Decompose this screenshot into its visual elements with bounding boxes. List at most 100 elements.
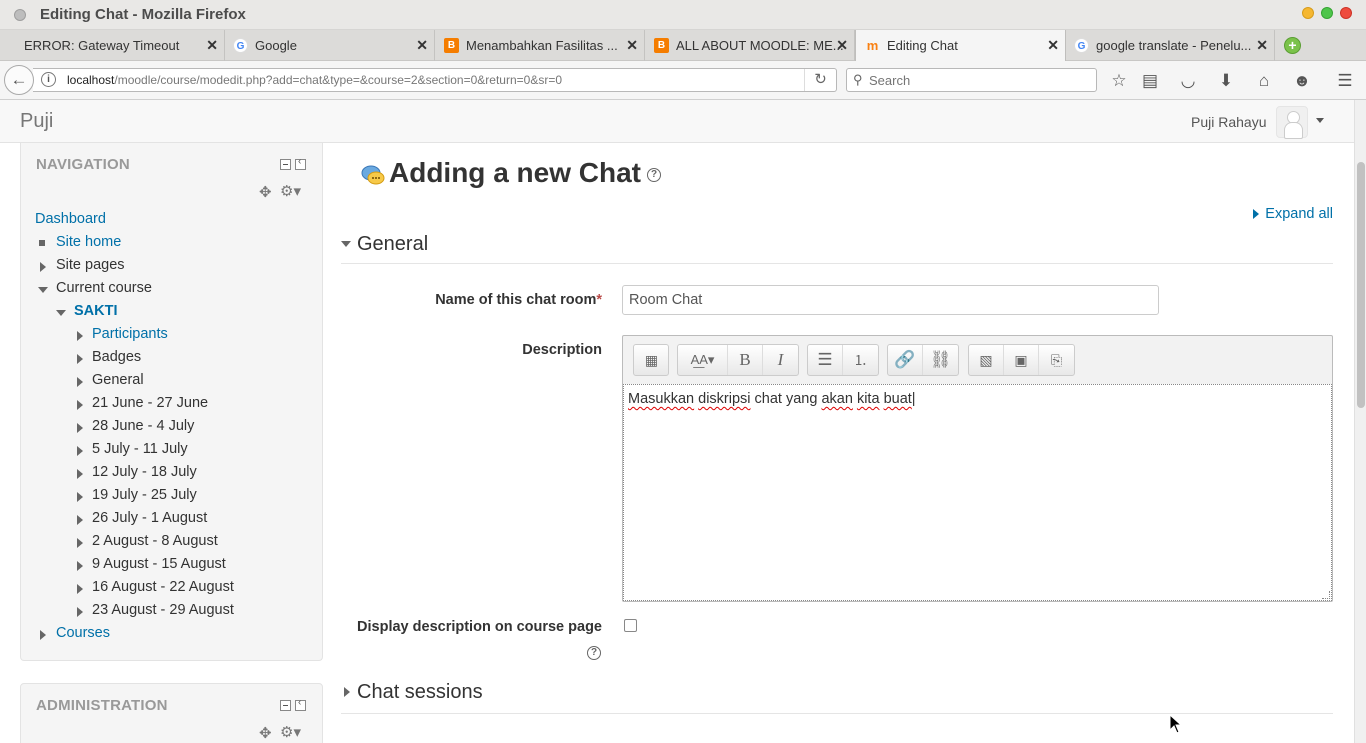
nav-item-badges[interactable]: Badges xyxy=(92,349,141,365)
chat-room-name-input[interactable] xyxy=(622,285,1159,315)
expand-arrow-icon[interactable] xyxy=(77,423,83,433)
expand-arrow-icon[interactable] xyxy=(77,469,83,479)
expand-arrow-icon[interactable] xyxy=(77,538,83,548)
nav-item-sakti[interactable]: SAKTI xyxy=(74,303,118,319)
nav-item-week[interactable]: 5 July - 11 July xyxy=(92,441,188,457)
page-scrollbar[interactable] xyxy=(1354,100,1366,743)
close-tab-icon[interactable]: ✕ xyxy=(626,37,638,54)
url-text[interactable]: localhost/moodle/course/modedit.php?add=… xyxy=(67,73,562,87)
nav-item-week[interactable]: 26 July - 1 August xyxy=(92,510,207,526)
search-input[interactable] xyxy=(869,71,1089,89)
image-icon[interactable]: ▧ xyxy=(969,345,1004,375)
avatar[interactable] xyxy=(1276,106,1308,139)
user-menu-name[interactable]: Puji Rahayu xyxy=(1191,114,1267,130)
expand-arrow-icon[interactable] xyxy=(40,262,46,272)
nav-item-week[interactable]: 9 August - 15 August xyxy=(92,556,226,572)
menu-icon[interactable]: ☰ xyxy=(1334,70,1356,92)
site-brand[interactable]: Puji xyxy=(20,110,53,133)
info-icon[interactable]: i xyxy=(41,72,56,87)
download-icon[interactable]: ⬇ xyxy=(1215,70,1237,92)
collapse-arrow-icon[interactable] xyxy=(56,310,66,316)
expand-arrow-icon[interactable] xyxy=(77,492,83,502)
expand-arrow-icon[interactable] xyxy=(77,607,83,617)
close-tab-icon[interactable]: ✕ xyxy=(416,37,428,54)
reload-icon[interactable]: ↻ xyxy=(804,69,836,91)
media-icon[interactable]: ▣ xyxy=(1004,345,1039,375)
url-bar[interactable]: i localhost/moodle/course/modedit.php?ad… xyxy=(33,68,837,92)
unordered-list-icon[interactable]: ☰ xyxy=(808,345,843,375)
expand-all-link[interactable]: Expand all xyxy=(1253,206,1333,222)
minimize-button[interactable] xyxy=(1302,7,1314,19)
bold-icon[interactable]: B xyxy=(728,345,763,375)
nav-item-participants[interactable]: Participants xyxy=(92,326,168,342)
hello-icon[interactable]: ☻ xyxy=(1291,70,1313,92)
search-bar[interactable]: ⚲ xyxy=(846,68,1097,92)
chevron-down-icon[interactable] xyxy=(1316,118,1324,123)
pocket-icon[interactable]: ◡ xyxy=(1177,70,1199,92)
home-icon[interactable]: ⌂ xyxy=(1253,70,1275,92)
paragraph-style-icon[interactable]: A͟A▾ xyxy=(678,345,728,375)
gear-icon[interactable]: ⚙▾ xyxy=(280,723,301,741)
close-tab-icon[interactable]: ✕ xyxy=(1256,37,1268,54)
ordered-list-icon[interactable]: ⒈ xyxy=(843,345,878,375)
move-icon[interactable]: ✥ xyxy=(259,724,272,742)
expand-arrow-icon[interactable] xyxy=(77,584,83,594)
expand-section-icon[interactable] xyxy=(344,687,350,697)
close-window-button[interactable] xyxy=(1340,7,1352,19)
minimize-block-icon[interactable] xyxy=(280,159,291,170)
reading-list-icon[interactable]: ▤ xyxy=(1139,70,1161,92)
collapse-section-icon[interactable] xyxy=(341,241,351,247)
section-general-heading[interactable]: General xyxy=(357,233,428,256)
tab-editing-chat[interactable]: m Editing Chat ✕ xyxy=(855,30,1066,62)
collapse-arrow-icon[interactable] xyxy=(38,287,48,293)
expand-arrow-icon[interactable] xyxy=(77,400,83,410)
new-tab-button[interactable]: + xyxy=(1284,37,1301,54)
expand-arrow-icon[interactable] xyxy=(40,630,46,640)
nav-item-week[interactable]: 12 July - 18 July xyxy=(92,464,197,480)
window-menu-icon[interactable] xyxy=(14,9,26,21)
nav-item-current-course[interactable]: Current course xyxy=(56,280,152,296)
tab-error-gateway-timeout[interactable]: ERROR: Gateway Timeout ✕ xyxy=(0,30,225,61)
nav-item-courses[interactable]: Courses xyxy=(56,625,110,641)
close-tab-icon[interactable]: ✕ xyxy=(206,37,218,54)
move-icon[interactable]: ✥ xyxy=(259,183,272,201)
section-chat-sessions-heading[interactable]: Chat sessions xyxy=(357,681,483,704)
help-icon[interactable]: ? xyxy=(647,168,661,182)
expand-arrow-icon[interactable] xyxy=(77,446,83,456)
nav-item-week[interactable]: 16 August - 22 August xyxy=(92,579,234,595)
expand-arrow-icon[interactable] xyxy=(77,515,83,525)
nav-item-week[interactable]: 21 June - 27 June xyxy=(92,395,208,411)
nav-item-dashboard[interactable]: Dashboard xyxy=(35,211,106,227)
unlink-icon[interactable]: ⛓ xyxy=(923,345,958,375)
help-icon[interactable]: ? xyxy=(587,646,601,660)
nav-item-week[interactable]: 2 August - 8 August xyxy=(92,533,218,549)
expand-arrow-icon[interactable] xyxy=(77,354,83,364)
manage-files-icon[interactable]: ⎘ xyxy=(1039,345,1074,375)
maximize-button[interactable] xyxy=(1321,7,1333,19)
minimize-block-icon[interactable] xyxy=(280,700,291,711)
display-description-checkbox[interactable] xyxy=(624,619,637,632)
tab-google[interactable]: G Google ✕ xyxy=(225,30,435,61)
expand-arrow-icon[interactable] xyxy=(77,377,83,387)
editor-content-area[interactable]: Masukkan diskripsi chat yang akan kita b… xyxy=(623,384,1332,601)
nav-item-site-pages[interactable]: Site pages xyxy=(56,257,125,273)
close-tab-icon[interactable]: ✕ xyxy=(836,37,848,54)
tab-all-about-moodle[interactable]: B ALL ABOUT MOODLE: ME... ✕ xyxy=(645,30,855,61)
nav-item-week[interactable]: 23 August - 29 August xyxy=(92,602,234,618)
nav-item-week[interactable]: 28 June - 4 July xyxy=(92,418,194,434)
back-button[interactable]: ← xyxy=(4,65,34,95)
bookmark-star-icon[interactable]: ☆ xyxy=(1108,70,1130,92)
tab-menambahkan-fasilitas[interactable]: B Menambahkan Fasilitas ... ✕ xyxy=(435,30,645,61)
tab-google-translate[interactable]: G google translate - Penelu... ✕ xyxy=(1066,30,1275,61)
nav-item-site-home[interactable]: Site home xyxy=(56,234,121,250)
gear-icon[interactable]: ⚙▾ xyxy=(280,182,301,200)
expand-arrow-icon[interactable] xyxy=(77,561,83,571)
resize-handle[interactable] xyxy=(1322,591,1330,599)
toolbar-toggle-icon[interactable]: ▦ xyxy=(634,345,669,375)
close-tab-icon[interactable]: ✕ xyxy=(1047,37,1059,54)
nav-item-general[interactable]: General xyxy=(92,372,144,388)
link-icon[interactable]: 🔗 xyxy=(888,345,923,375)
nav-item-week[interactable]: 19 July - 25 July xyxy=(92,487,197,503)
expand-arrow-icon[interactable] xyxy=(77,331,83,341)
scrollbar-thumb[interactable] xyxy=(1357,162,1365,408)
